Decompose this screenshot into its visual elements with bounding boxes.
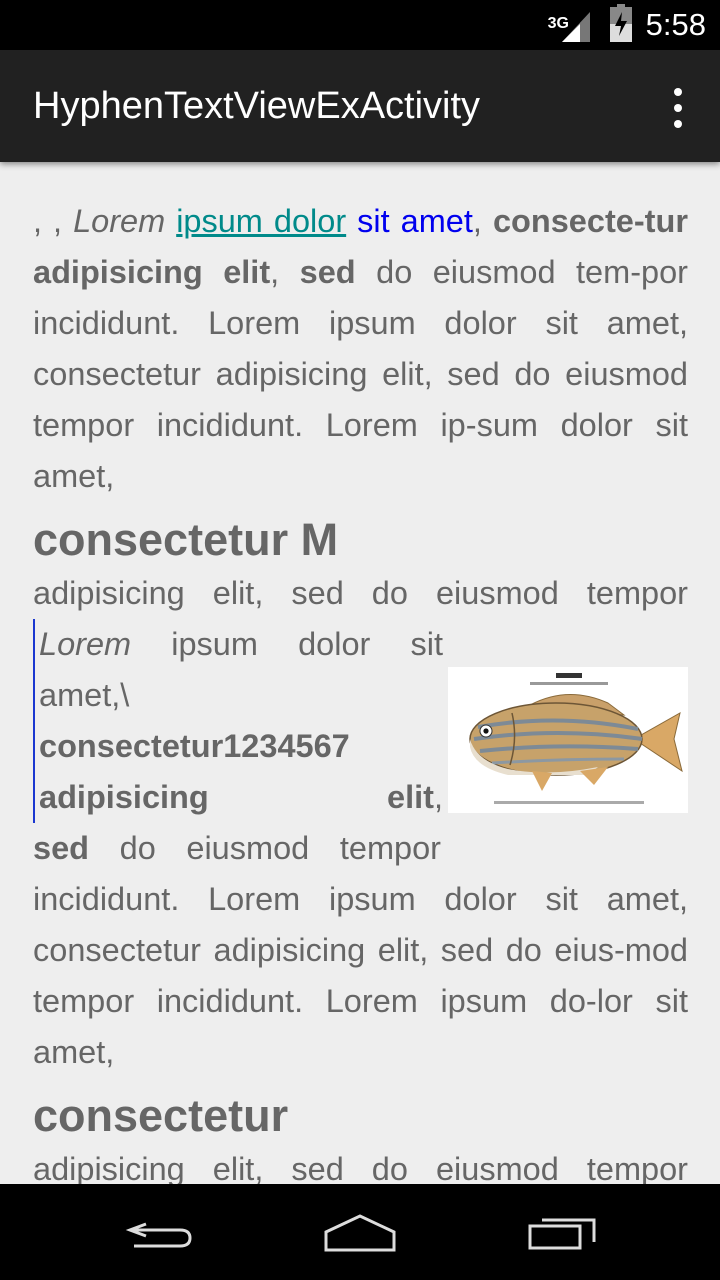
paragraph-1: , , Lorem ipsum dolor sit amet, consecte… [33, 196, 688, 502]
bold-text: consectetur1234567 adipisicing elit [39, 728, 434, 815]
navigation-bar [0, 1184, 720, 1280]
home-icon[interactable] [320, 1202, 400, 1262]
back-icon[interactable] [120, 1202, 200, 1262]
action-bar: HyphenTextViewExActivity [0, 50, 720, 162]
text-run: , [270, 254, 300, 290]
text-line: sed do eiusmod tempor [33, 823, 441, 874]
text-run: , , [33, 203, 74, 239]
blockquote: Lorem ipsum dolor sit amet,\ consectetur… [33, 619, 443, 823]
blue-text: sit amet [357, 203, 473, 239]
overflow-menu-icon[interactable] [668, 88, 688, 128]
network-type: 3G [547, 15, 569, 32]
italic-text: Lorem [39, 626, 132, 662]
italic-text: Lorem [73, 203, 166, 239]
text-run: , [433, 779, 443, 815]
recents-icon[interactable] [520, 1202, 600, 1262]
bold-text: sed [299, 254, 356, 290]
text-run: , [472, 203, 493, 239]
battery-charging-icon [609, 3, 632, 47]
image-flow-block: Lorem ipsum dolor sit amet,\ consectetur… [33, 619, 688, 874]
text-run: do eiusmod tem-por incididunt. Lorem ips… [33, 254, 688, 494]
ipsum-dolor-link[interactable]: ipsum dolor [176, 203, 346, 239]
app-title: HyphenTextViewExActivity [33, 85, 481, 127]
fish-illustration [448, 667, 688, 813]
clock: 5:58 [645, 7, 706, 42]
text-line: adipisicing elit, sed do eiusmod tempor [33, 575, 688, 611]
bold-text: sed [33, 830, 90, 866]
status-bar: 3G 5:58 [0, 0, 720, 50]
hyphen-text-view: , , Lorem ipsum dolor sit amet, consecte… [33, 196, 688, 1195]
signal-icon: 3G [548, 8, 596, 42]
heading-1: consectetur M [33, 514, 339, 565]
text-run: do eiusmod tempor [89, 830, 441, 866]
heading-2: consectetur [33, 1090, 289, 1141]
paragraph-2: incididunt. Lorem ipsum dolor sit amet, … [33, 881, 688, 1070]
